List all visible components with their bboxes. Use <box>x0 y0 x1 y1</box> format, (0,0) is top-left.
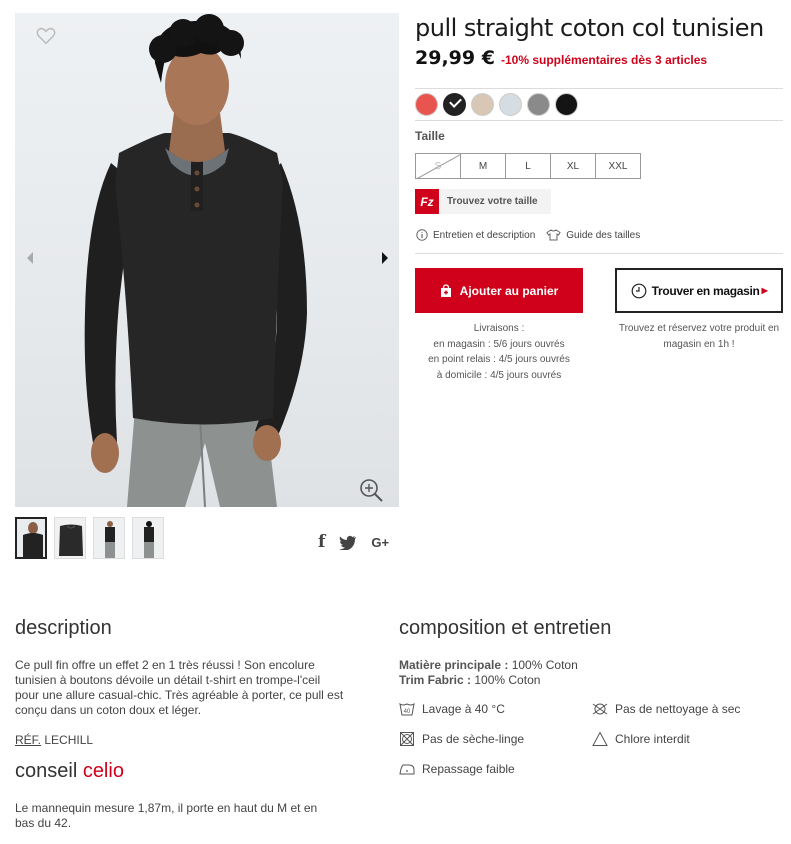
iron-low-icon <box>399 764 415 775</box>
care-wash: 40 Lavage à 40 °C <box>399 701 505 717</box>
thumbnail-2[interactable] <box>54 517 86 559</box>
facebook-icon[interactable]: f <box>318 532 325 552</box>
trim-fabric-value: 100% Coton <box>471 673 541 687</box>
svg-text:40: 40 <box>404 709 411 715</box>
thumbnail-3[interactable] <box>93 517 125 559</box>
tshirt-icon <box>546 229 561 241</box>
thumbnail-strip <box>15 517 164 559</box>
advice-heading-text: conseil <box>15 760 83 782</box>
twitter-icon[interactable] <box>339 535 357 550</box>
bag-icon <box>440 283 451 297</box>
divider <box>415 253 783 254</box>
divider <box>415 88 783 89</box>
color-swatch[interactable] <box>471 93 494 116</box>
trim-fabric-label: Trim Fabric : <box>399 673 472 687</box>
size-option-l[interactable]: L <box>505 153 551 179</box>
arrow-right-icon[interactable] <box>380 251 390 265</box>
composition-details: Matière principale : 100% Coton Trim Fab… <box>399 658 578 688</box>
info-links: Entretien et description Guide des taill… <box>416 229 651 241</box>
care-no-dry-clean-label: Pas de nettoyage à sec <box>615 702 741 716</box>
advice-heading: conseil celio <box>15 760 124 783</box>
arrow-left-icon[interactable] <box>25 251 35 265</box>
care-description-label: Entretien et description <box>433 229 536 241</box>
fit-finder-label: Trouvez votre taille <box>447 196 538 207</box>
thumbnail-4[interactable] <box>132 517 164 559</box>
color-swatches <box>415 93 578 116</box>
product-main-image[interactable] <box>15 13 399 507</box>
no-chlorine-icon <box>592 731 608 746</box>
delivery-relay: en point relais : 4/5 jours ouvrés <box>428 354 570 365</box>
find-in-store-button[interactable]: Trouver en magasin ▶ <box>615 268 783 313</box>
model-photo <box>84 14 307 507</box>
size-option-xl[interactable]: XL <box>550 153 596 179</box>
size-option-xxl[interactable]: XXL <box>595 153 641 179</box>
heart-icon[interactable] <box>35 25 57 47</box>
size-guide-link[interactable]: Guide des tailles <box>546 229 640 241</box>
main-material-label: Matière principale : <box>399 658 509 672</box>
reference-label: RÉF. <box>15 733 42 747</box>
zoom-icon[interactable] <box>358 477 384 503</box>
color-swatch[interactable] <box>527 93 550 116</box>
description-text: Ce pull fin offre un effet 2 en 1 très r… <box>15 658 344 717</box>
brand-name: celio <box>82 760 124 782</box>
care-no-chlorine-label: Chlore interdit <box>615 732 690 746</box>
google-plus-icon[interactable]: G+ <box>371 535 389 550</box>
care-iron-label: Repassage faible <box>422 762 515 776</box>
size-selector: S M L XL XXL <box>415 153 641 179</box>
promo-text: -10% supplémentaires dès 3 articles <box>501 53 708 67</box>
social-share: f G+ <box>318 532 389 552</box>
info-icon <box>416 229 428 241</box>
product-price: 29,99 € <box>415 47 495 69</box>
delivery-home: à domicile : 4/5 jours ouvrés <box>436 369 562 381</box>
care-no-dryer-label: Pas de sèche-linge <box>422 732 525 746</box>
divider <box>415 120 783 121</box>
care-no-dry-clean: Pas de nettoyage à sec <box>592 701 740 717</box>
description-heading: description <box>15 617 112 639</box>
advice-text: Le mannequin mesure 1,87m, il porte en h… <box>15 801 318 830</box>
care-no-chlorine: Chlore interdit <box>592 731 690 747</box>
no-dry-clean-icon <box>592 703 608 715</box>
composition-heading: composition et entretien <box>399 617 612 639</box>
delivery-title: Livraisons : <box>473 323 525 334</box>
no-dryer-icon <box>400 732 414 746</box>
reference-value: LECHILL <box>41 733 94 747</box>
care-iron: Repassage faible <box>399 761 515 777</box>
wash-40-icon: 40 <box>399 702 415 716</box>
fit-finder-logo: Fz <box>415 189 439 214</box>
find-in-store-label: Trouver en magasin <box>651 283 760 298</box>
color-swatch[interactable] <box>415 93 438 116</box>
main-material-value: 100% Coton <box>508 658 578 672</box>
size-option-s[interactable]: S <box>415 153 461 179</box>
thumbnail-1[interactable] <box>15 517 47 559</box>
color-swatch-selected[interactable] <box>443 93 466 116</box>
color-swatch[interactable] <box>555 93 578 116</box>
store-reservation-note: Trouvez et réservez votre produit en mag… <box>618 323 780 350</box>
size-option-m[interactable]: M <box>460 153 506 179</box>
size-guide-label: Guide des tailles <box>566 229 641 241</box>
caret-right-icon: ▶ <box>761 286 768 295</box>
product-title: pull straight coton col tunisien <box>415 14 764 42</box>
care-wash-label: Lavage à 40 °C <box>422 702 505 716</box>
add-to-cart-button[interactable]: Ajouter au panier <box>415 268 583 313</box>
size-label: Taille <box>415 129 445 143</box>
delivery-store: en magasin : 5/6 jours ouvrés <box>433 338 565 350</box>
clock-icon <box>631 283 646 298</box>
add-to-cart-label: Ajouter au panier <box>459 283 559 298</box>
care-no-dryer: Pas de sèche-linge <box>399 731 524 747</box>
color-swatch[interactable] <box>499 93 522 116</box>
delivery-info: Livraisons : en magasin : 5/6 jours ouvr… <box>415 321 583 383</box>
fit-finder-button[interactable]: Fz Trouvez votre taille <box>415 189 551 214</box>
product-reference: RÉF. LECHILL <box>15 733 93 747</box>
care-description-link[interactable]: Entretien et description <box>416 229 535 241</box>
